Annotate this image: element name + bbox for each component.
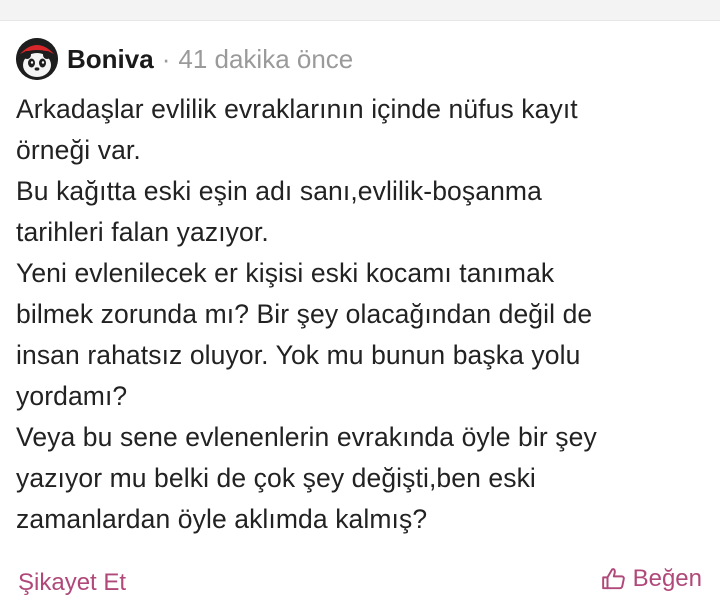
post-body-line: tarihleri falan yazıyor.	[16, 217, 269, 247]
post-body-line: Veya bu sene evlenenlerin evrakında öyle…	[16, 422, 597, 452]
meta-separator: ·	[161, 43, 171, 74]
post-header: Boniva · 41 dakika önce	[16, 37, 353, 81]
post-body-line: Arkadaşlar evlilik evraklarının içinde n…	[16, 94, 578, 124]
avatar[interactable]	[16, 38, 58, 80]
post-body-line: insan rahatsız oluyor. Yok mu bunun başk…	[16, 340, 581, 370]
report-button[interactable]: Şikayet Et	[18, 569, 126, 597]
post-body-line: yazıyor mu belki de çok şey değişti,ben …	[16, 463, 536, 493]
post-body-line: Bu kağıtta eski eşin adı sanı,evlilik-bo…	[16, 176, 542, 206]
post-body-line: örneği var.	[16, 135, 141, 165]
top-divider-strip	[0, 0, 720, 21]
post-body-line: Yeni evlenilecek er kişisi eski kocamı t…	[16, 258, 555, 288]
like-button[interactable]: Beğen	[601, 565, 702, 593]
post-timestamp: 41 dakika önce	[178, 43, 354, 74]
post-body-line: bilmek zorunda mı? Bir şey olacağından d…	[16, 299, 593, 329]
thumbs-up-icon	[601, 568, 625, 590]
post-body-line: zamanlardan öyle aklımda kalmış?	[16, 504, 428, 534]
author-name[interactable]: Boniva	[67, 44, 154, 75]
post-card: Boniva · 41 dakika önce Arkadaşlar evlil…	[0, 21, 720, 614]
panda-icon	[16, 38, 58, 80]
post-body: Arkadaşlar evlilik evraklarının içinde n…	[16, 89, 706, 540]
like-label: Beğen	[632, 565, 702, 592]
post-body-line: yordamı?	[16, 381, 128, 411]
